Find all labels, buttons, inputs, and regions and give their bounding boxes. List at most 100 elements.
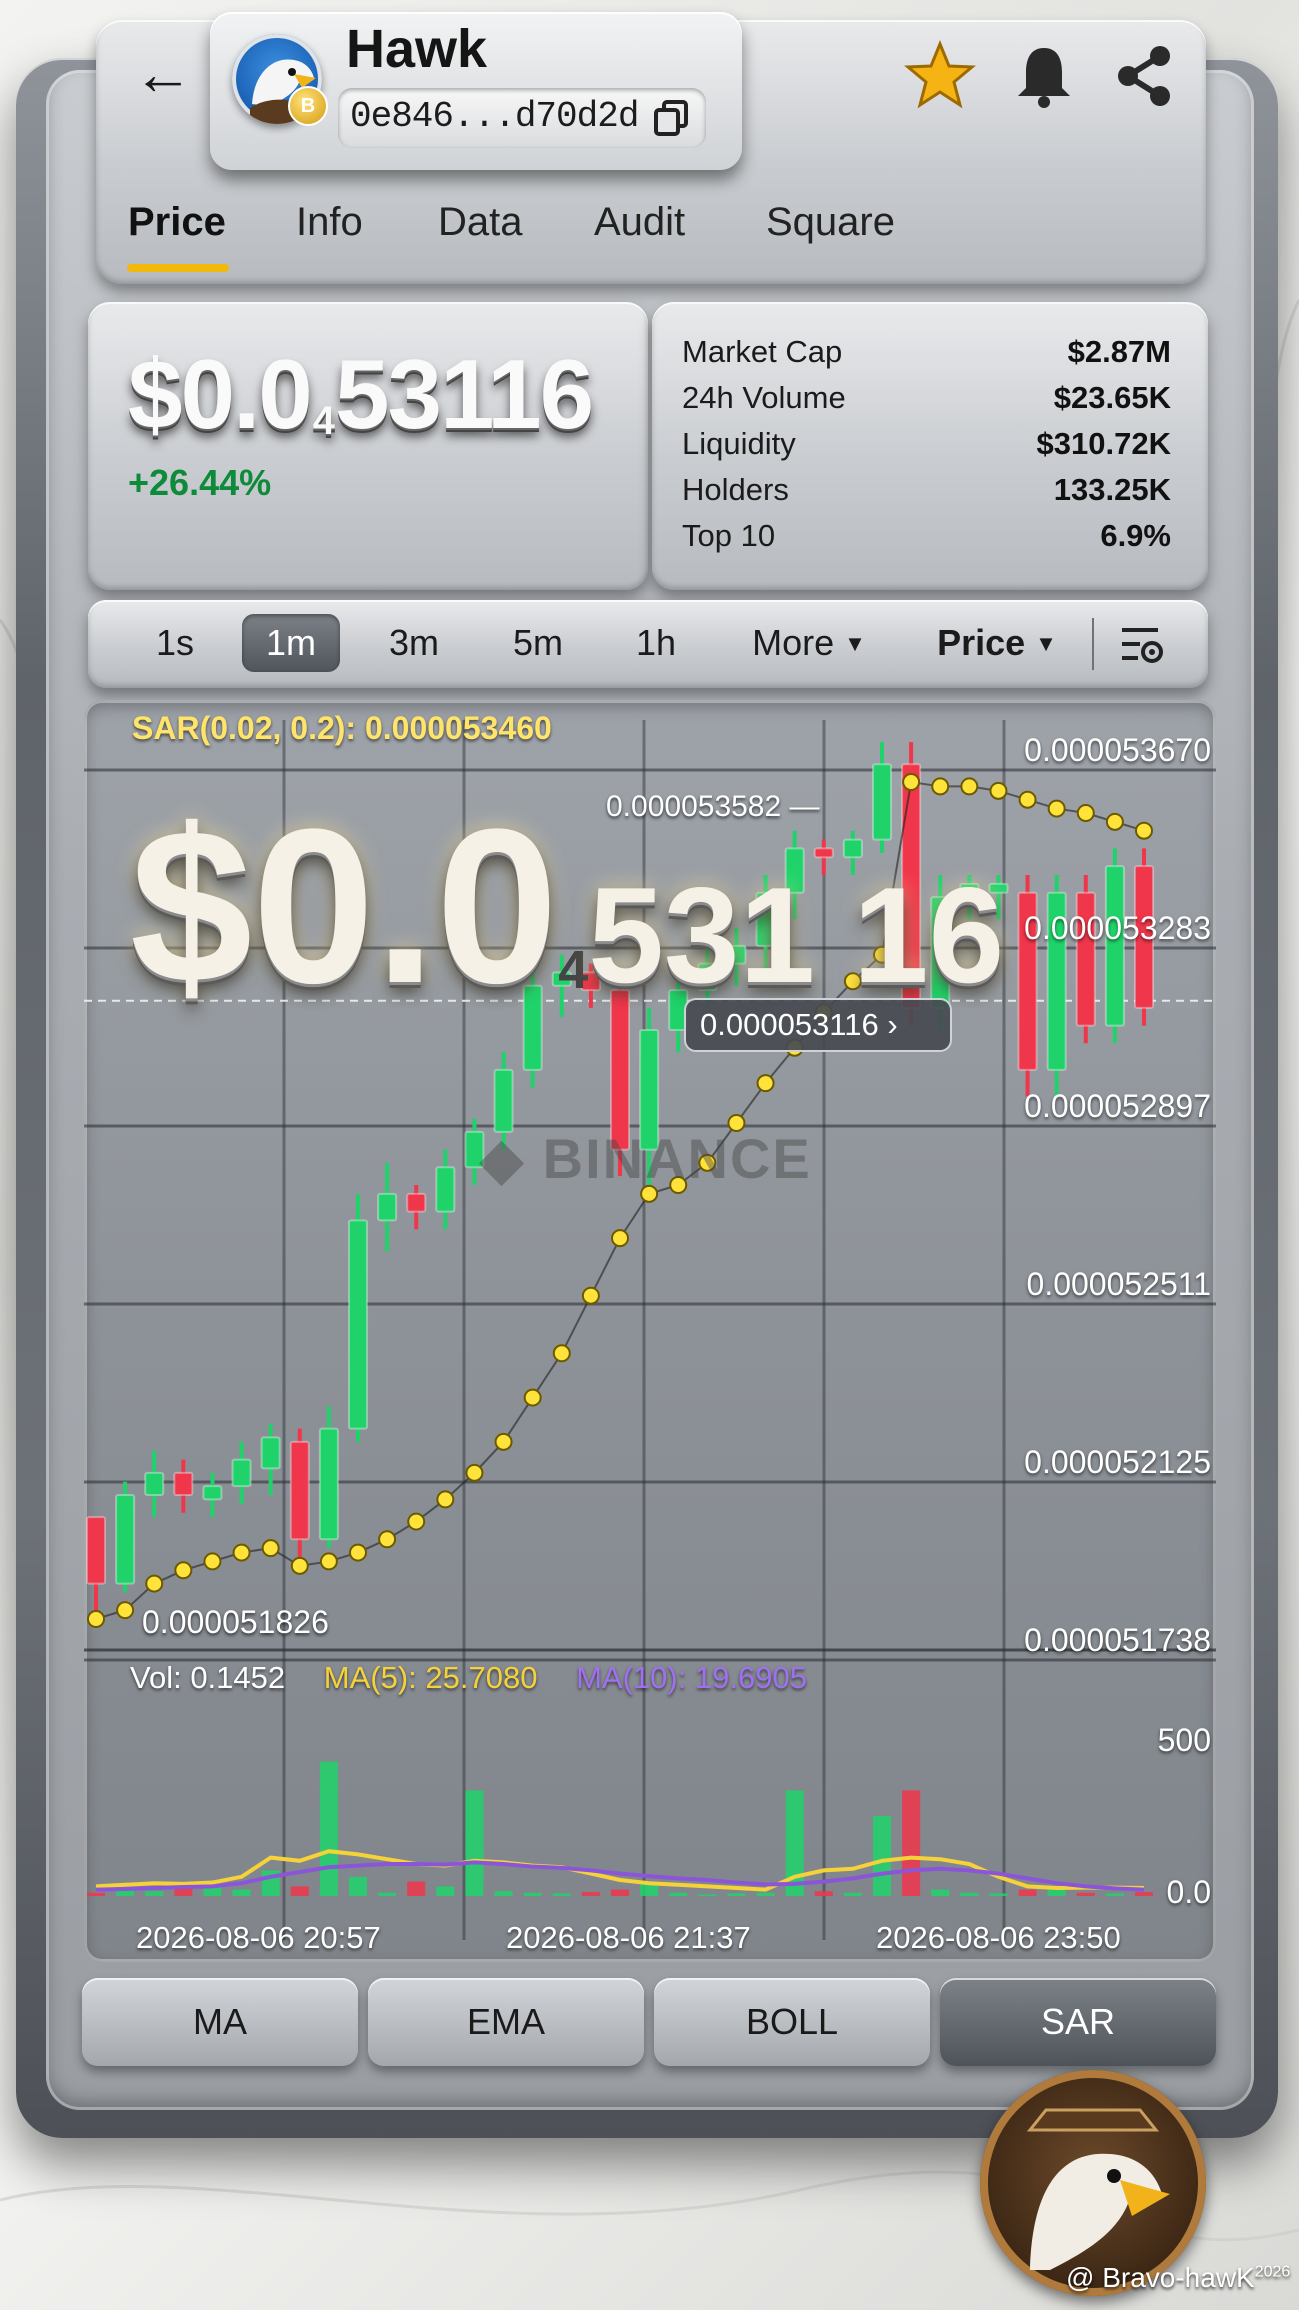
y-tick-label: 0.000051738 [1024, 1622, 1211, 1658]
sar-dot [378, 1530, 397, 1549]
token-address: 0e846...d70d2d [350, 96, 639, 137]
interval-1m[interactable]: 1m [242, 614, 340, 672]
back-arrow-icon[interactable]: ← [128, 42, 198, 112]
bell-notification-icon[interactable] [1008, 40, 1080, 112]
tab-audit[interactable]: Audit [594, 200, 685, 245]
sar-dot [436, 1490, 455, 1509]
x-tick-2: 2026-08-06 21:37 [506, 1920, 751, 1955]
divider [1092, 618, 1094, 670]
indicator-boll-button[interactable]: BOLL [654, 1978, 930, 2066]
chain-badge-icon: B [288, 86, 328, 126]
sar-dot [232, 1543, 251, 1562]
interval-1h[interactable]: 1h [620, 614, 692, 672]
volume-bar [407, 1881, 426, 1896]
volume-bar [931, 1889, 950, 1896]
y-tick-label: 0.000052511 [1026, 1266, 1211, 1302]
stat-label: Market Cap [682, 334, 843, 369]
volume-bar [989, 1893, 1008, 1896]
volume-bar [145, 1891, 164, 1896]
ma10-label: MA(10): 19.6905 [576, 1660, 807, 1695]
tab-price[interactable]: Price [128, 200, 226, 245]
stat-value: $310.72K [1036, 426, 1171, 461]
volume-bar [581, 1892, 600, 1896]
candle-body [318, 1427, 339, 1541]
sar-dot [1105, 812, 1124, 831]
sar-dot [261, 1539, 280, 1558]
volume-bar [465, 1790, 484, 1896]
x-tick-1: 2026-08-06 20:57 [136, 1920, 381, 1955]
sar-dot [552, 1344, 571, 1363]
price-zero-count: 4 [312, 399, 335, 443]
chevron-right-icon: › [887, 1007, 898, 1042]
volume-bar [348, 1876, 368, 1896]
y-tick-label: 0.000052125 [1024, 1444, 1211, 1480]
overlay-price-lead: $0.0 [130, 783, 559, 1029]
y-tick-label: 0.000053670 [1024, 732, 1211, 768]
tab-info[interactable]: Info [296, 200, 363, 245]
candle-body [260, 1436, 281, 1470]
indicator-ema-button[interactable]: EMA [368, 1978, 644, 2066]
candle-body [289, 1440, 310, 1541]
current-price: $0.0453116 [128, 338, 594, 451]
stat-value: $23.65K [1053, 380, 1171, 415]
stat-label: Top 10 [682, 518, 776, 553]
interval-1s[interactable]: 1s [146, 614, 204, 672]
sar-dot [319, 1552, 338, 1571]
star-favorite-icon[interactable] [904, 40, 976, 112]
tab-data[interactable]: Data [438, 200, 523, 245]
ma10-line [95, 1860, 1145, 1892]
interval-3m[interactable]: 3m [378, 614, 450, 672]
volume-bar [960, 1892, 979, 1896]
price-dropdown[interactable]: Price ▼ [932, 614, 1062, 672]
y-tick-label: 0.000053283 [1024, 910, 1211, 946]
credit-watermark: @ Bravo-hawK2026 [1066, 2262, 1290, 2294]
sar-dot [145, 1574, 164, 1593]
y-tick-label: 0.000052897 [1024, 1088, 1211, 1124]
volume-bar [319, 1761, 338, 1896]
indicator-sar-button[interactable]: SAR [940, 1978, 1216, 2066]
price-change: +26.44% [128, 462, 272, 503]
candle-body [231, 1458, 252, 1488]
stat-label: Holders [682, 472, 789, 507]
tab-square[interactable]: Square [766, 200, 895, 245]
sar-dot [203, 1552, 222, 1571]
overlay-price-rest: 531 16 [588, 859, 1005, 1011]
high-price-label: 0.000053582 — [606, 790, 820, 823]
volume-legend: Vol: 0.1452 MA(5): 25.7080 MA(10): 19.69… [130, 1660, 837, 1696]
overlay-price-3d: $0.04531 16 [130, 780, 1004, 1033]
volume-bar [378, 1892, 397, 1896]
sar-dot [1076, 804, 1095, 822]
exchange-watermark: ◆ BINANCE [480, 1126, 812, 1192]
sar-dot [581, 1286, 600, 1305]
caret-down-icon: ▼ [844, 631, 866, 656]
volume-bar [290, 1886, 309, 1896]
indicator-ma-button[interactable]: MA [82, 1978, 358, 2066]
credit-text: @ Bravo-hawK [1066, 2262, 1255, 2293]
copy-icon[interactable] [652, 98, 692, 138]
share-icon[interactable] [1108, 40, 1180, 112]
candle-body [173, 1471, 194, 1496]
more-dropdown[interactable]: More ▼ [744, 614, 874, 672]
sar-dot [290, 1556, 309, 1575]
chart-settings-icon[interactable] [1118, 620, 1168, 670]
current-price-tag[interactable]: 0.000053116 › [686, 1000, 950, 1050]
low-price-label: 0.000051826 [142, 1604, 329, 1640]
sar-dot [349, 1543, 367, 1562]
volume-bar [843, 1892, 862, 1896]
volume-tick-zero: 0.0 [1166, 1874, 1211, 1910]
price-dropdown-label: Price [937, 622, 1026, 663]
candle-body [144, 1471, 165, 1496]
token-name: Hawk [346, 19, 488, 79]
interval-5m[interactable]: 5m [502, 614, 574, 672]
watermark-text: BINANCE [542, 1127, 812, 1190]
sar-dot [523, 1388, 542, 1407]
sar-dot [1135, 821, 1153, 840]
volume-bar [872, 1816, 892, 1896]
volume-bar [902, 1790, 921, 1896]
sar-dot [465, 1463, 484, 1482]
ma5-label: MA(5): 25.7080 [323, 1660, 538, 1695]
candle-body [347, 1219, 369, 1430]
credit-year: 2026 [1254, 2263, 1291, 2281]
volume-label: Vol: 0.1452 [130, 1660, 286, 1695]
binance-logo-icon: ◆ [480, 1127, 526, 1190]
